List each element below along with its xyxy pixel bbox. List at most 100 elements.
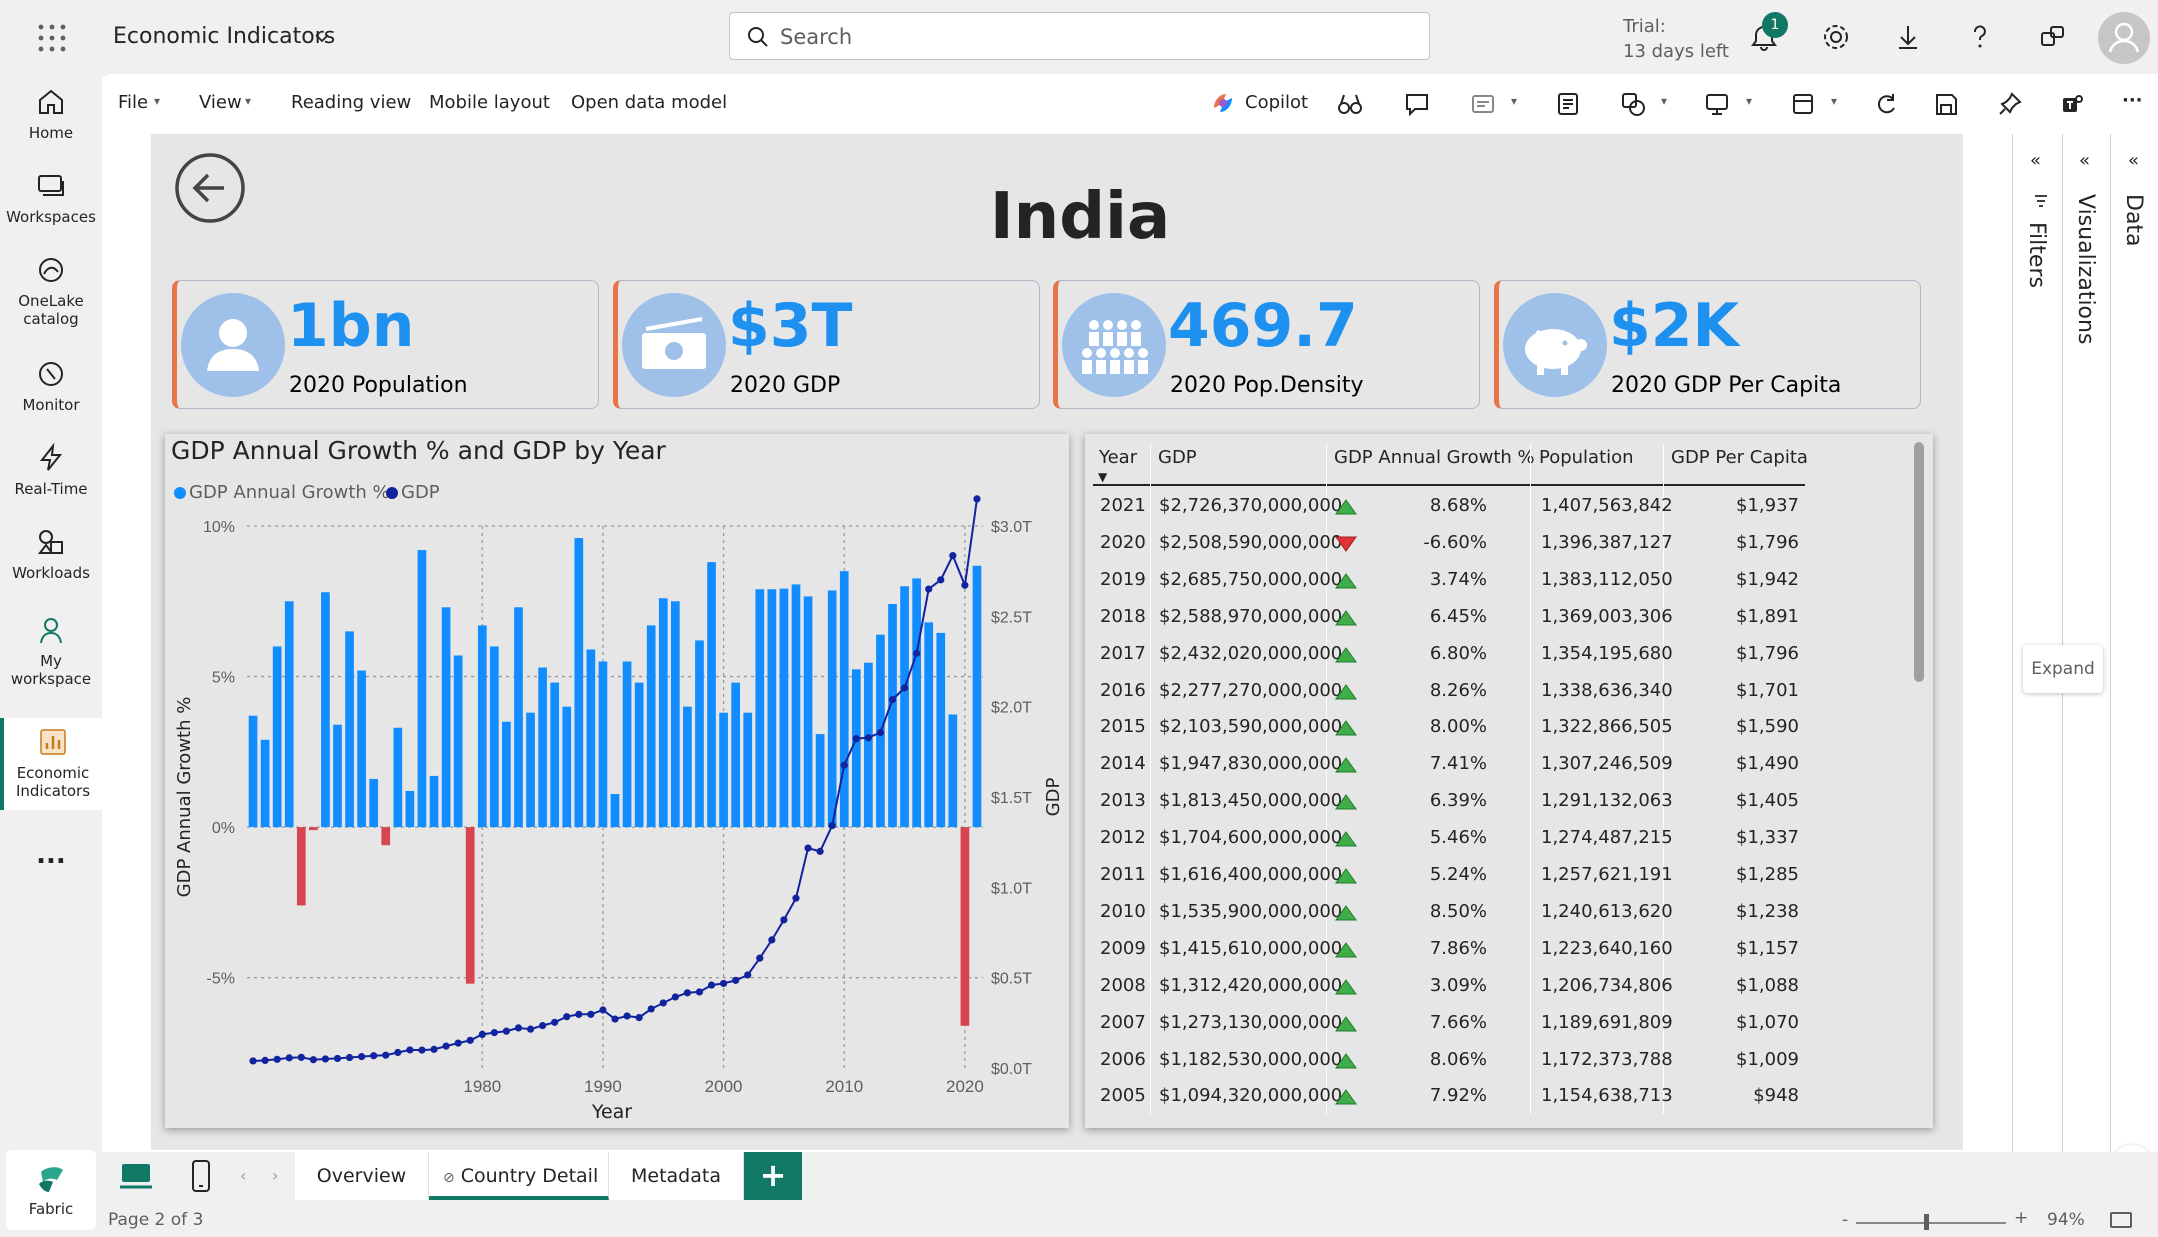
table-header-gdp[interactable]: GDP (1158, 447, 1197, 468)
collapse-data-icon[interactable]: « (2128, 150, 2139, 171)
download-icon[interactable] (1890, 19, 1926, 55)
fabric-switcher[interactable]: Fabric (6, 1150, 96, 1230)
chevron-down-icon[interactable]: ▾ (1746, 94, 1752, 108)
search-input[interactable]: Search (729, 12, 1430, 60)
zoom-slider-thumb[interactable] (1924, 1214, 1929, 1230)
table-header-growth[interactable]: GDP Annual Growth % (1334, 447, 1535, 468)
legend-label-gdp[interactable]: GDP (401, 482, 440, 503)
tab-country-detail[interactable]: ⊘ Country Detail (429, 1152, 609, 1200)
table-row[interactable]: 2009 $1,415,610,000,000 7.86% 1,223,640,160… (1093, 930, 1805, 967)
share-feedback-icon[interactable] (2034, 19, 2070, 55)
chevron-right-icon[interactable]: › (272, 1166, 278, 1185)
user-avatar[interactable] (2098, 12, 2150, 64)
nav-my-workspace[interactable]: My workspace (0, 614, 102, 688)
chart-title: GDP Annual Growth % and GDP by Year (171, 436, 666, 465)
layout-icon[interactable] (1789, 90, 1817, 118)
chart-panel[interactable] (165, 434, 1069, 1128)
table-header-population[interactable]: Population (1539, 447, 1634, 468)
help-icon[interactable] (1962, 19, 1998, 55)
mobile-layout-button[interactable]: Mobile layout (429, 92, 550, 113)
table-row[interactable]: 2012 $1,704,600,000,000 5.46% 1,274,487,215… (1093, 819, 1805, 856)
chevron-left-icon[interactable]: ‹ (240, 1166, 246, 1185)
legend-label-growth[interactable]: GDP Annual Growth % (189, 482, 390, 503)
nav-onelake[interactable]: OneLake catalog (0, 254, 102, 328)
view-menu[interactable]: View (199, 92, 242, 113)
data-pane-tab[interactable]: Data (2121, 194, 2146, 247)
workloads-icon (38, 530, 63, 554)
subscribe-icon[interactable] (1469, 90, 1497, 118)
chevron-down-icon[interactable] (312, 28, 332, 48)
save-icon[interactable] (1932, 90, 1960, 118)
kpi-card-gdp-per-capita[interactable]: $2K 2020 GDP Per Capita (1494, 280, 1921, 409)
tab-metadata[interactable]: Metadata (609, 1152, 744, 1200)
table-row[interactable]: 2010 $1,535,900,000,000 8.50% 1,240,613,620… (1093, 893, 1805, 930)
reading-view-button[interactable]: Reading view (291, 92, 411, 113)
fit-to-page-icon[interactable] (2110, 1212, 2132, 1228)
table-scrollbar[interactable] (1914, 442, 1924, 682)
table-row[interactable]: 2014 $1,947,830,000,000 7.41% 1,307,246,509… (1093, 745, 1805, 782)
open-data-model-button[interactable]: Open data model (571, 92, 727, 113)
table-row[interactable]: 2021 $2,726,370,000,000 8.68% 1,407,563,842… (1093, 487, 1805, 524)
fabric-logo-icon (39, 1167, 63, 1192)
chevron-down-icon[interactable]: ▾ (1831, 94, 1837, 108)
collapse-filters-icon[interactable]: « (2030, 150, 2041, 171)
table-row[interactable]: 2016 $2,277,270,000,000 8.26% 1,338,636,340… (1093, 672, 1805, 709)
zoom-in-button[interactable]: + (2014, 1208, 2028, 1228)
table-row[interactable]: 2006 $1,182,530,000,000 8.06% 1,172,373,788… (1093, 1041, 1805, 1078)
refresh-icon[interactable] (1872, 90, 1900, 118)
add-page-button[interactable]: + (744, 1152, 802, 1200)
cell-gdp-per-capita: $1,937 (1736, 495, 1799, 516)
teams-icon[interactable] (2058, 90, 2086, 118)
visualizations-pane-tab[interactable]: Visualizations (2073, 194, 2098, 344)
nav-home[interactable]: Home (0, 86, 102, 142)
phone-view-icon[interactable] (186, 1158, 216, 1194)
tab-overview[interactable]: Overview (295, 1152, 429, 1200)
chevron-down-icon[interactable]: ▾ (1661, 94, 1667, 108)
filters-pane-tab[interactable]: Filters (2024, 222, 2049, 288)
table-header-gdp-per-capita[interactable]: GDP Per Capita (1671, 447, 1808, 468)
binoculars-icon[interactable] (1336, 90, 1364, 118)
copilot-button[interactable]: Copilot (1245, 92, 1308, 113)
table-row[interactable]: 2018 $2,588,970,000,000 6.45% 1,369,003,306… (1093, 598, 1805, 635)
gear-icon[interactable] (1818, 19, 1854, 55)
sort-desc-icon[interactable]: ▼ (1098, 470, 1107, 484)
file-menu[interactable]: File (118, 92, 148, 113)
zoom-out-button[interactable]: - (1842, 1210, 1848, 1230)
nav-real-time[interactable]: Real-Time (0, 442, 102, 498)
cell-growth: 6.39% (1429, 790, 1487, 812)
zoom-level: 94% (2047, 1210, 2085, 1230)
app-title[interactable]: Economic Indicators (113, 24, 335, 49)
comment-icon[interactable] (1403, 90, 1431, 118)
table-row[interactable]: 2005 $1,094,320,000,000 7.92% 1,154,638,713… (1093, 1077, 1805, 1114)
table-row[interactable]: 2019 $2,685,750,000,000 3.74% 1,383,112,050… (1093, 561, 1805, 598)
table-row[interactable]: 2017 $2,432,020,000,000 6.80% 1,354,195,680… (1093, 635, 1805, 672)
table-row[interactable]: 2013 $1,813,450,000,000 6.39% 1,291,132,063… (1093, 782, 1805, 819)
present-icon[interactable] (1703, 90, 1731, 118)
kpi-card-gdp[interactable]: $3T 2020 GDP (613, 280, 1040, 409)
table-row[interactable]: 2011 $1,616,400,000,000 5.24% 1,257,621,191… (1093, 856, 1805, 893)
pin-icon[interactable] (1996, 90, 2024, 118)
chevron-down-icon[interactable]: ▾ (1511, 94, 1517, 108)
table-row[interactable]: 2015 $2,103,590,000,000 8.00% 1,322,866,505… (1093, 708, 1805, 745)
person-icon (181, 293, 285, 397)
kpi-card-population[interactable]: 1bn 2020 Population (172, 280, 599, 409)
table-row[interactable]: 2008 $1,312,420,000,000 3.09% 1,206,734,806… (1093, 967, 1805, 1004)
app-launcher-icon[interactable] (36, 22, 68, 54)
table-header-year[interactable]: Year (1099, 447, 1137, 468)
zoom-slider[interactable] (1856, 1222, 2006, 1224)
table-row[interactable]: 2020 $2,508,590,000,000 -6.60% 1,396,387,12… (1093, 524, 1805, 561)
table-row[interactable]: 2007 $1,273,130,000,000 7.66% 1,189,691,809… (1093, 1004, 1805, 1041)
copilot-icon[interactable] (1210, 90, 1236, 116)
nav-more[interactable]: ... (0, 840, 102, 870)
nav-economic-indicators[interactable]: Economic Indicators (0, 718, 102, 810)
cell-gdp-per-capita: $1,942 (1736, 568, 1799, 590)
more-options-button[interactable]: ··· (2122, 90, 2143, 111)
notes-icon[interactable] (1554, 90, 1582, 118)
collapse-visualizations-icon[interactable]: « (2079, 150, 2090, 171)
kpi-card-pop-density[interactable]: 469.7 2020 Pop.Density (1053, 280, 1480, 409)
desktop-view-icon[interactable] (118, 1158, 154, 1194)
nav-workloads[interactable]: Workloads (0, 526, 102, 582)
nav-monitor[interactable]: Monitor (0, 358, 102, 414)
shapes-icon[interactable] (1619, 90, 1647, 118)
kpi-label: 2020 GDP (730, 373, 841, 398)
